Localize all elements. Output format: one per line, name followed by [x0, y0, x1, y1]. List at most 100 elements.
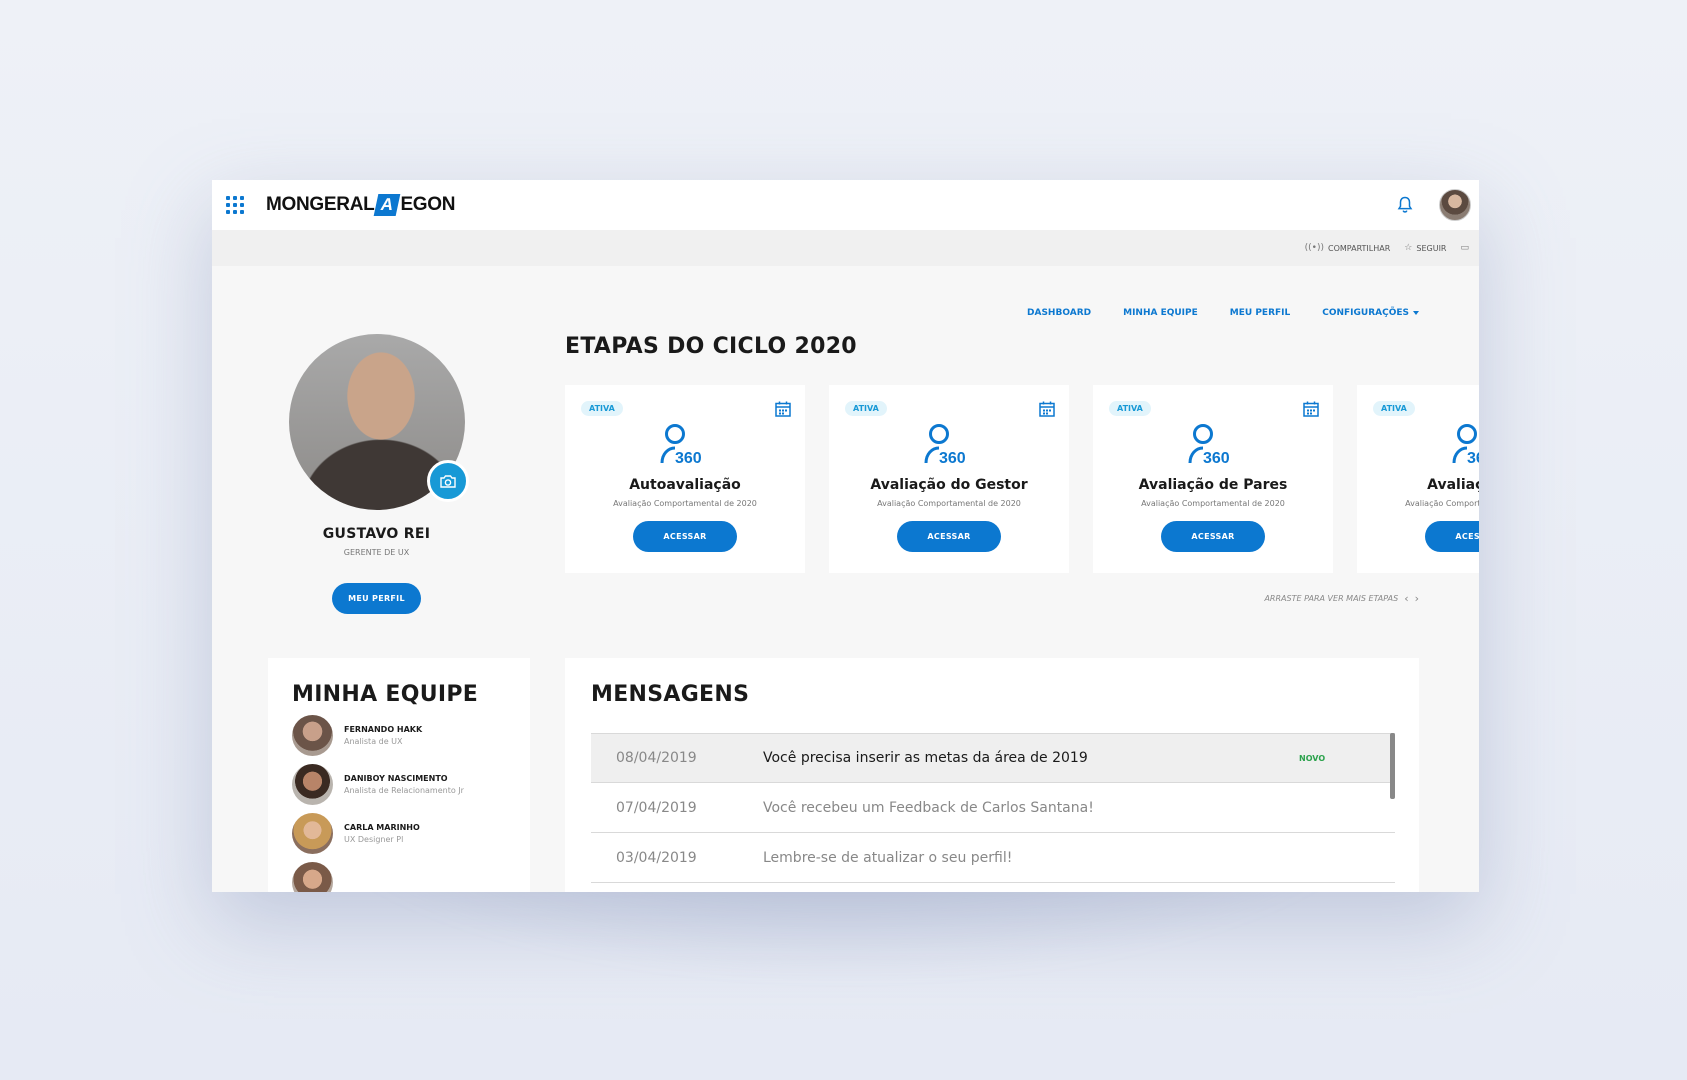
evaluation-360-icon: 360 — [924, 424, 966, 467]
card-subtitle: Avaliação Comportamental de 2020 — [613, 499, 757, 508]
camera-icon — [439, 474, 456, 488]
focus-mode-button[interactable]: ▭ — [1460, 243, 1469, 253]
nav-meu-perfil[interactable]: MEU PERFIL — [1230, 308, 1290, 318]
team-member[interactable]: FERNANDO HAKK Analista de UX — [292, 715, 506, 756]
star-icon: ☆ — [1404, 243, 1413, 253]
logo-text-left: MONGERAL — [266, 194, 375, 215]
member-role: UX Designer Pl — [344, 835, 404, 844]
follow-button[interactable]: ☆ SEGUIR — [1404, 243, 1446, 253]
member-avatar — [292, 715, 333, 756]
logo-mark: A — [374, 194, 401, 216]
user-avatar[interactable] — [1439, 189, 1471, 221]
acessar-button[interactable]: ACESSAR — [633, 521, 737, 552]
profile-role: GERENTE DE UX — [343, 548, 410, 557]
share-button[interactable]: ((•)) COMPARTILHAR — [1305, 243, 1391, 253]
message-date: 03/04/2019 — [616, 849, 697, 866]
change-photo-button[interactable] — [426, 460, 469, 502]
share-bar: ((•)) COMPARTILHAR ☆ SEGUIR ▭ — [212, 230, 1479, 266]
team-member[interactable] — [292, 862, 506, 892]
logo[interactable]: MONGERAL A EGON — [266, 194, 456, 216]
message-list: 08/04/2019 Você precisa inserir as metas… — [591, 733, 1395, 883]
share-icon: ((•)) — [1304, 243, 1324, 253]
member-role: Analista de Relacionamento Jr — [344, 786, 464, 795]
message-text: Você precisa inserir as metas da área de… — [763, 750, 1088, 766]
profile-section: GUSTAVO REI GERENTE DE UX MEU PERFIL — [264, 334, 489, 614]
top-nav: DASHBOARD MINHA EQUIPE MEU PERFIL CONFIG… — [1027, 308, 1419, 318]
member-avatar — [292, 813, 333, 854]
member-role: Analista de UX — [344, 737, 403, 746]
svg-text:360: 360 — [675, 450, 702, 465]
meu-perfil-button[interactable]: MEU PERFIL — [332, 583, 421, 614]
message-text: Lembre-se de atualizar o seu perfil! — [763, 849, 1013, 866]
mensagens-title: MENSAGENS — [591, 682, 750, 707]
drag-hint: ARRASTE PARA VER MAIS ETAPAS ‹ › — [1264, 592, 1419, 605]
status-badge: ATIVA — [1109, 401, 1151, 416]
nav-dashboard[interactable]: DASHBOARD — [1027, 308, 1091, 318]
acessar-button[interactable]: ACESSAR — [897, 521, 1001, 552]
profile-name: GUSTAVO REI — [322, 526, 431, 542]
chevron-left-icon[interactable]: ‹ — [1404, 592, 1408, 605]
share-label: COMPARTILHAR — [1328, 243, 1391, 253]
evaluation-360-icon: 360 — [1188, 424, 1230, 467]
message-list-scrollbar[interactable] — [1390, 733, 1395, 799]
status-badge: ATIVA — [581, 401, 623, 416]
svg-text:360: 360 — [1467, 450, 1479, 465]
ciclo-title: ETAPAS DO CICLO 2020 — [565, 334, 857, 359]
caret-down-icon — [1413, 310, 1419, 315]
top-bar: MONGERAL A EGON — [212, 180, 1479, 230]
card-subtitle: Avaliação Comportamental de 2020 — [1141, 499, 1285, 508]
app-window: MONGERAL A EGON ((•)) COMPARTILHAR ☆ SEG… — [212, 180, 1479, 892]
ciclo-card: ATIVA 360 Autoavaliação Avaliação Compor… — [565, 385, 805, 573]
card-title: Avaliação de Pares — [1138, 477, 1288, 493]
member-avatar — [292, 764, 333, 805]
minha-equipe-panel: MINHA EQUIPE FERNANDO HAKK Analista de U… — [268, 658, 530, 892]
card-title: Avaliação de — [1427, 477, 1479, 493]
message-date: 08/04/2019 — [616, 750, 697, 766]
new-badge: NOVO — [1299, 753, 1326, 763]
acessar-button[interactable]: ACESSAR — [1161, 521, 1265, 552]
ciclo-card: ATIVA 360 Avaliação de Avaliação Comport… — [1357, 385, 1479, 573]
ciclo-cards: ATIVA 360 Autoavaliação Avaliação Compor… — [565, 385, 1479, 573]
team-member[interactable]: DANIBOY NASCIMENTO Analista de Relaciona… — [292, 764, 506, 805]
bell-icon[interactable] — [1397, 196, 1413, 214]
equipe-title: MINHA EQUIPE — [292, 682, 479, 707]
status-badge: ATIVA — [845, 401, 887, 416]
svg-text:360: 360 — [939, 450, 966, 465]
card-title: Autoavaliação — [629, 477, 741, 493]
calendar-icon[interactable] — [1303, 401, 1319, 417]
chevron-right-icon[interactable]: › — [1415, 592, 1419, 605]
focus-mode-icon: ▭ — [1460, 243, 1469, 253]
mensagens-panel: MENSAGENS 08/04/2019 Você precisa inseri… — [565, 658, 1419, 892]
calendar-icon[interactable] — [1039, 401, 1055, 417]
evaluation-360-icon: 360 — [660, 424, 702, 467]
apps-grid-icon[interactable] — [226, 196, 244, 214]
card-subtitle: Avaliação Comportamental de 2020 — [1405, 499, 1479, 508]
message-row[interactable]: 03/04/2019 Lembre-se de atualizar o seu … — [591, 833, 1395, 883]
ciclo-card: ATIVA 360 Avaliação do Gestor Avaliação … — [829, 385, 1069, 573]
card-subtitle: Avaliação Comportamental de 2020 — [877, 499, 1021, 508]
main-content: DASHBOARD MINHA EQUIPE MEU PERFIL CONFIG… — [212, 266, 1479, 892]
card-title: Avaliação do Gestor — [870, 477, 1028, 493]
ciclo-card: ATIVA 360 Avaliação de Pares Avaliação C… — [1093, 385, 1333, 573]
svg-text:360: 360 — [1203, 450, 1230, 465]
profile-photo — [288, 334, 469, 510]
calendar-icon[interactable] — [775, 401, 791, 417]
message-text: Você recebeu um Feedback de Carlos Santa… — [763, 799, 1094, 816]
member-name: DANIBOY NASCIMENTO — [344, 774, 448, 783]
team-member[interactable]: CARLA MARINHO UX Designer Pl — [292, 813, 506, 854]
logo-text-right: EGON — [400, 194, 456, 215]
drag-hint-text: ARRASTE PARA VER MAIS ETAPAS — [1264, 594, 1399, 603]
follow-label: SEGUIR — [1416, 243, 1447, 253]
nav-minha-equipe[interactable]: MINHA EQUIPE — [1123, 308, 1198, 318]
nav-configuracoes[interactable]: CONFIGURAÇÕES — [1322, 308, 1419, 318]
message-row[interactable]: 07/04/2019 Você recebeu um Feedback de C… — [591, 783, 1395, 833]
evaluation-360-icon: 360 — [1452, 424, 1479, 467]
member-name: FERNANDO HAKK — [344, 725, 423, 734]
message-row[interactable]: 08/04/2019 Você precisa inserir as metas… — [591, 733, 1395, 783]
member-avatar — [292, 862, 333, 892]
status-badge: ATIVA — [1373, 401, 1415, 416]
acessar-button[interactable]: ACESSAR — [1425, 521, 1479, 552]
member-name: CARLA MARINHO — [344, 823, 420, 832]
message-date: 07/04/2019 — [616, 799, 697, 816]
nav-configuracoes-label: CONFIGURAÇÕES — [1322, 308, 1409, 318]
